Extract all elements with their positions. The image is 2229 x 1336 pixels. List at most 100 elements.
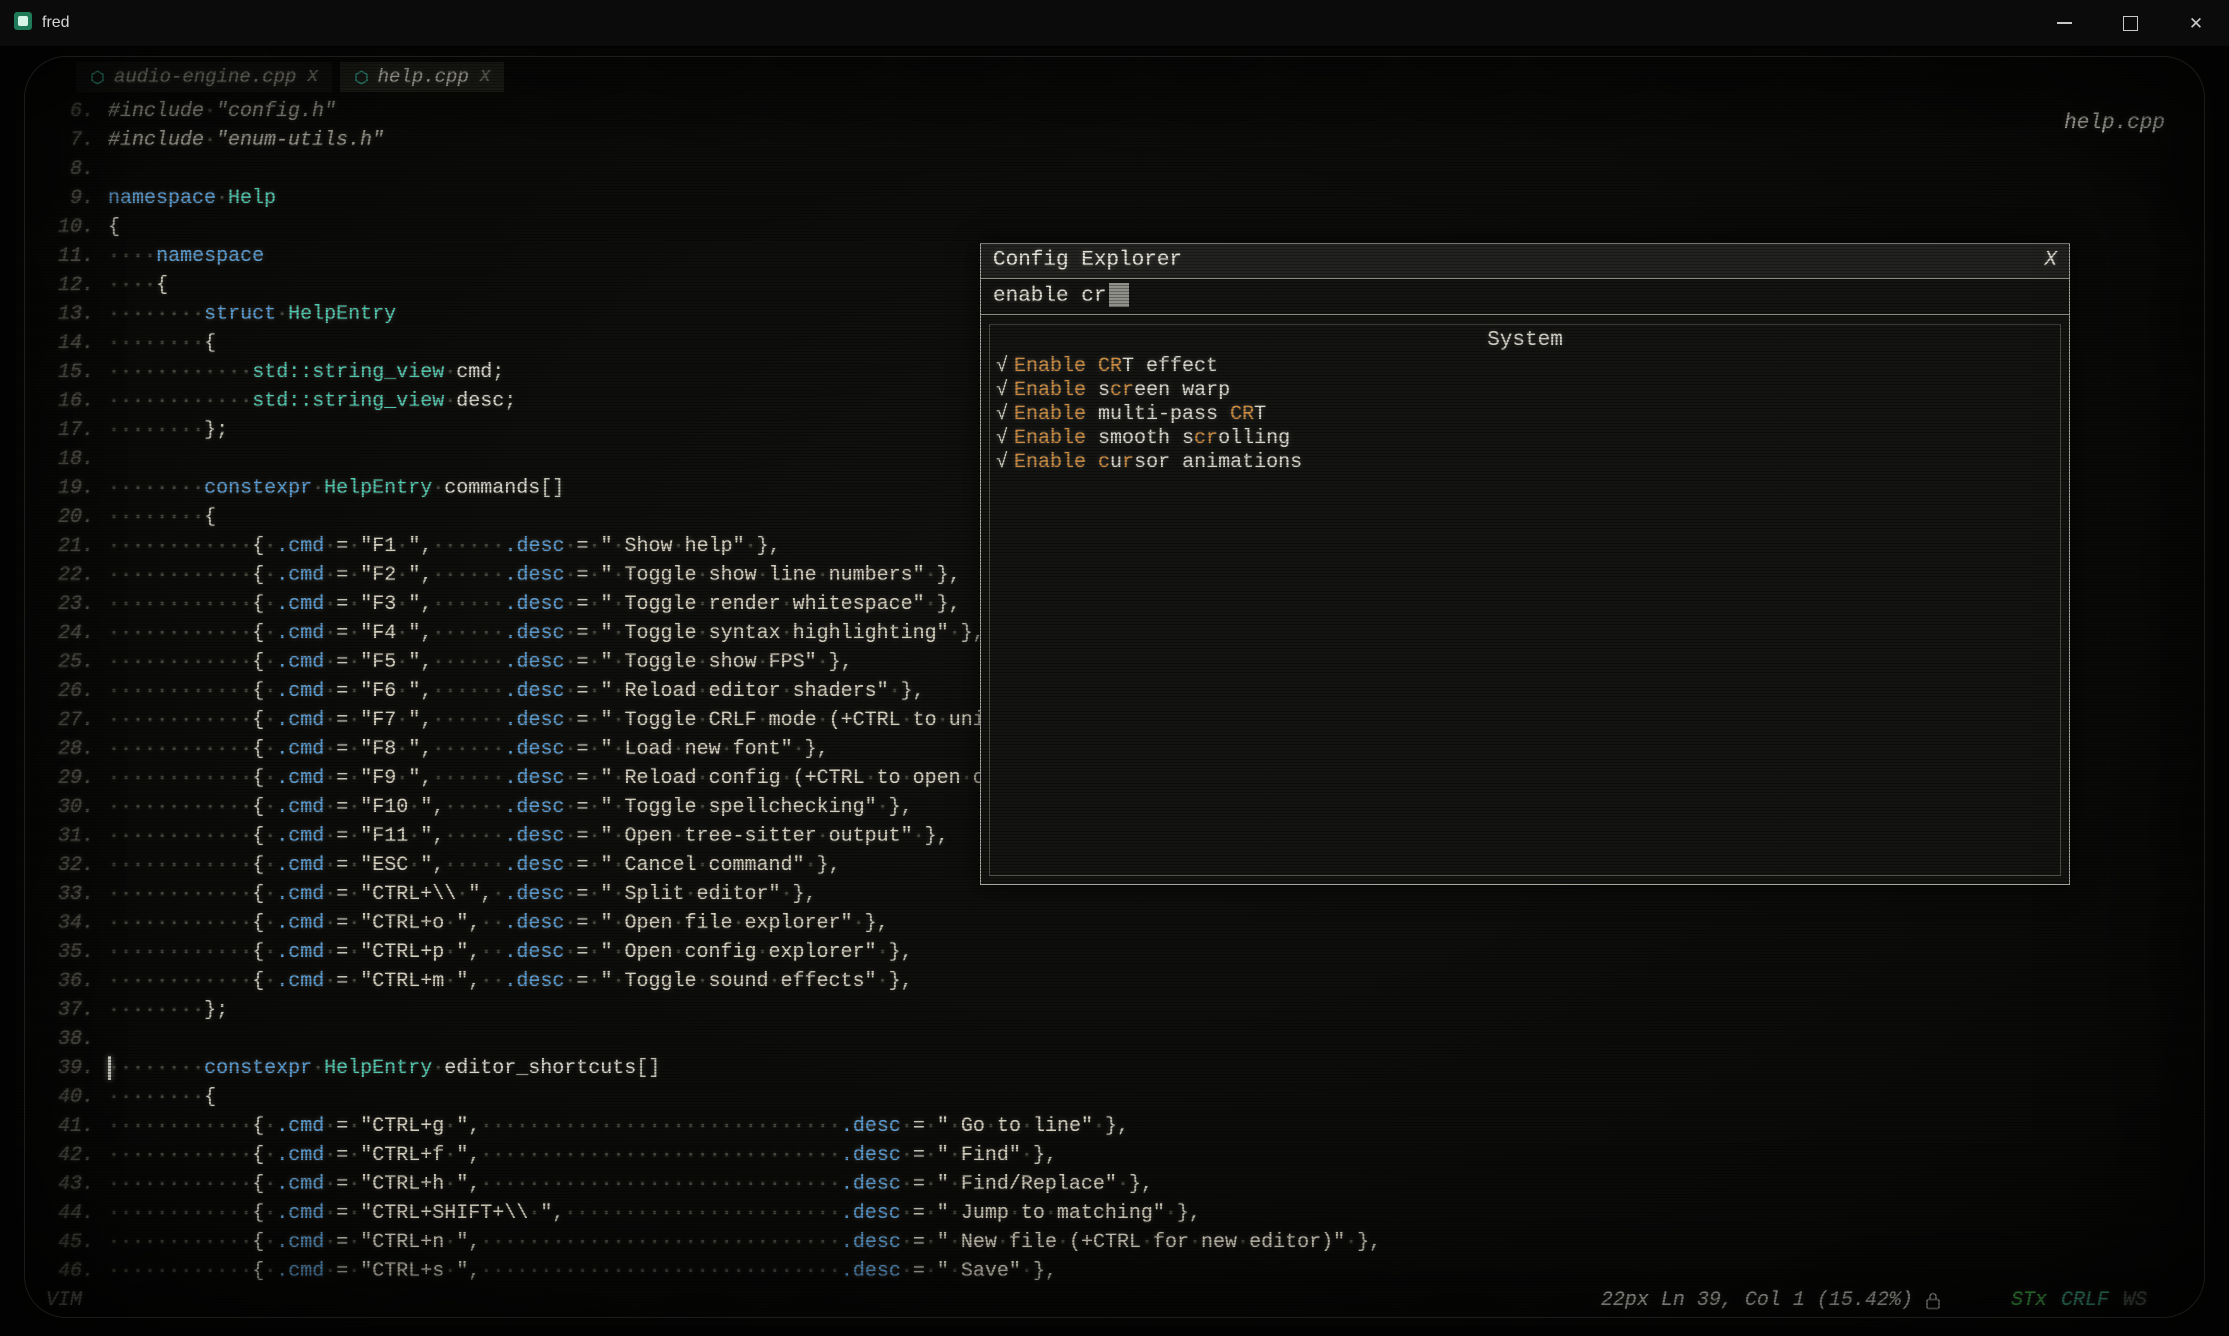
code-line: 42.············{·.cmd·=·"CTRL+f·",······… (26, 1141, 2213, 1170)
popup-results: System √Enable CRT effect√Enable screen … (989, 324, 2061, 876)
code-line: 43.············{·.cmd·=·"CTRL+h·",······… (26, 1170, 2213, 1199)
tab-bar: audio-engine.cpp Xhelp.cpp X (76, 62, 504, 92)
line-number: 15. (26, 358, 108, 387)
line-number: 7. (26, 126, 108, 155)
maximize-button[interactable] (2097, 0, 2163, 46)
line-number: 18. (26, 445, 108, 474)
line-number: 12. (26, 271, 108, 300)
window-controls: ✕ (2031, 0, 2229, 46)
line-number: 39. (26, 1054, 108, 1083)
code-line: 38. (26, 1025, 2213, 1054)
popup-title: Config Explorer (993, 244, 1182, 278)
close-icon: ✕ (2189, 15, 2203, 32)
current-file-label: help.cpp (2064, 112, 2165, 135)
tab-label: audio-engine.cpp (114, 66, 296, 88)
line-number: 21. (26, 532, 108, 561)
config-option[interactable]: √Enable CRT effect (990, 355, 2060, 379)
tab-help.cpp[interactable]: help.cpp X (340, 62, 504, 92)
status-flags: STxCRLFWS (2011, 1289, 2147, 1312)
config-option[interactable]: √Enable multi-pass CRT (990, 403, 2060, 427)
popup-close-button[interactable]: X (2044, 244, 2057, 278)
code-line: 46.············{·.cmd·=·"CTRL+s·",······… (26, 1257, 2213, 1286)
line-number: 11. (26, 242, 108, 271)
line-number: 25. (26, 648, 108, 677)
status-bar: VIM 22px Ln 39, Col 1 (15.42%) STxCRLFWS (46, 1289, 2147, 1312)
code-line: 10.{ (26, 213, 2213, 242)
line-number: 30. (26, 793, 108, 822)
line-number: 10. (26, 213, 108, 242)
line-number: 36. (26, 967, 108, 996)
line-number: 35. (26, 938, 108, 967)
code-line: 9.namespace·Help (26, 184, 2213, 213)
checkmark-icon: √ (996, 427, 1008, 450)
line-number: 34. (26, 909, 108, 938)
window-title: fred (42, 14, 70, 32)
line-number: 19. (26, 474, 108, 503)
line-number: 42. (26, 1141, 108, 1170)
lock-icon (1925, 1291, 1941, 1310)
line-number: 14. (26, 329, 108, 358)
line-number: 17. (26, 416, 108, 445)
line-number: 27. (26, 706, 108, 735)
config-option[interactable]: √Enable screen warp (990, 379, 2060, 403)
vim-mode-indicator: VIM (46, 1289, 82, 1312)
tab-close-button[interactable]: X (480, 68, 490, 87)
editor-screen: 6.#include·"config.h"7.#include·"enum-ut… (16, 48, 2213, 1326)
code-line: 44.············{·.cmd·=·"CTRL+SHIFT+\\·"… (26, 1199, 2213, 1228)
app-icon (14, 12, 32, 35)
line-number: 45. (26, 1228, 108, 1257)
code-line: 7.#include·"enum-utils.h" (26, 126, 2213, 155)
line-number: 38. (26, 1025, 108, 1054)
config-search-input[interactable]: enable cr (981, 279, 2069, 315)
code-line: 41.············{·.cmd·=·"CTRL+g·",······… (26, 1112, 2213, 1141)
status-right-group: 22px Ln 39, Col 1 (15.42%) STxCRLFWS (1601, 1289, 2147, 1312)
line-number: 16. (26, 387, 108, 416)
text-cursor (1109, 283, 1129, 307)
code-line: 35.············{·.cmd·=·"CTRL+p·",··.des… (26, 938, 2213, 967)
popup-titlebar: Config Explorer X (981, 244, 2069, 279)
line-number: 8. (26, 155, 108, 184)
checkmark-icon: √ (996, 379, 1008, 402)
line-number: 20. (26, 503, 108, 532)
config-option[interactable]: √Enable cursor animations (990, 451, 2060, 475)
titlebar-left: fred (0, 12, 70, 35)
minimize-button[interactable] (2031, 0, 2097, 46)
code-line: 8. (26, 155, 2213, 184)
line-number: 40. (26, 1083, 108, 1112)
code-line: 39.········constexpr·HelpEntry·editor_sh… (26, 1054, 2213, 1083)
cpp-file-icon (90, 70, 105, 85)
tab-audio-engine.cpp[interactable]: audio-engine.cpp X (76, 62, 332, 92)
line-number: 24. (26, 619, 108, 648)
config-option[interactable]: √Enable smooth scrolling (990, 427, 2060, 451)
checkmark-icon: √ (996, 451, 1008, 474)
line-number: 9. (26, 184, 108, 213)
line-number: 26. (26, 677, 108, 706)
status-flag-crlf: CRLF (2061, 1289, 2109, 1312)
code-line: 6.#include·"config.h" (26, 97, 2213, 126)
line-number: 28. (26, 735, 108, 764)
cpp-file-icon (354, 70, 369, 85)
close-button[interactable]: ✕ (2163, 0, 2229, 46)
app-window: fred ✕ 6.#include·"config.h"7.#include·"… (0, 0, 2229, 1336)
config-search-query: enable cr (993, 285, 1106, 308)
code-line: 45.············{·.cmd·=·"CTRL+n·",······… (26, 1228, 2213, 1257)
status-position: 22px Ln 39, Col 1 (15.42%) (1601, 1289, 1913, 1312)
tab-close-button[interactable]: X (307, 68, 317, 87)
line-number: 22. (26, 561, 108, 590)
line-number: 37. (26, 996, 108, 1025)
section-header: System (990, 327, 2060, 355)
config-explorer-popup: Config Explorer X enable cr System √Enab… (980, 243, 2070, 885)
line-number: 23. (26, 590, 108, 619)
code-line: 34.············{·.cmd·=·"CTRL+o·",··.des… (26, 909, 2213, 938)
status-flag-ws: WS (2123, 1289, 2147, 1312)
titlebar: fred ✕ (0, 0, 2229, 46)
line-number: 31. (26, 822, 108, 851)
checkmark-icon: √ (996, 355, 1008, 378)
tab-label: help.cpp (378, 66, 469, 88)
line-number: 46. (26, 1257, 108, 1286)
code-line: 40.········{ (26, 1083, 2213, 1112)
line-number: 13. (26, 300, 108, 329)
minimize-icon (2057, 22, 2072, 24)
line-number: 44. (26, 1199, 108, 1228)
code-line: 36.············{·.cmd·=·"CTRL+m·",··.des… (26, 967, 2213, 996)
